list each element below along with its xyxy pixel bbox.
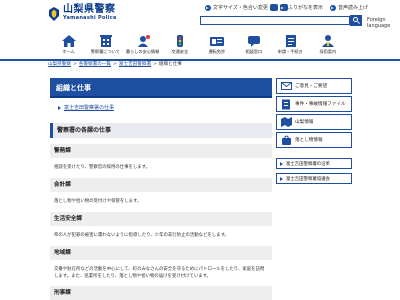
util-label: 文字サイズ・色合い変更 (213, 5, 268, 11)
banner-label: ご意見・ご要望 (295, 84, 328, 89)
nav-label: 交通安全 (171, 50, 188, 55)
breadcrumb: 山梨県警察 > 各警察署の一覧 > 富士吉田警察署 > 組織と仕事 (48, 61, 182, 68)
banner-label: 山梨情報 (295, 120, 314, 125)
nav-label: 採用案内 (319, 50, 336, 55)
nav-about-station[interactable]: 警察署について (87, 31, 124, 59)
breadcrumb-link[interactable]: 富士吉田警察署 (119, 61, 151, 67)
foreign-language-link[interactable]: Foreign language (367, 17, 400, 29)
util-label: ふりがなを表示 (288, 5, 324, 11)
dept-description: 相談を受けたり、警察官の採用の仕事をします。 (54, 165, 150, 170)
home-icon (61, 33, 77, 47)
util-label: 音声読み上げ (338, 5, 369, 11)
dept-heading: 地域課 (50, 246, 272, 260)
sidebar: ご意見・ご要望 事件・事故情報ファイル 山梨情報 落とし物情報 富士吉田警察署の… (276, 78, 352, 188)
incident-file-banner[interactable]: 事件・事故情報ファイル (276, 96, 352, 112)
traffic-icon (172, 33, 188, 47)
breadcrumb-link[interactable]: 山梨県警察 (48, 61, 71, 67)
nav-applications[interactable]: 申請・手続き (272, 31, 309, 59)
file-icon (279, 97, 293, 111)
mail-icon (279, 79, 293, 93)
global-nav: ホーム 警察署について 暮らしの安心情報 交通安全 運転免許 相談窓口 申請・手… (50, 31, 346, 59)
sidebar-link-history[interactable]: 富士吉田警察署の沿革 (276, 158, 352, 169)
license-icon (209, 33, 225, 47)
logo-title: 山梨県警察 (63, 4, 116, 15)
arrow-icon (330, 4, 336, 11)
nav-safety-info[interactable]: 暮らしの安心情報 (124, 31, 161, 59)
search-button[interactable] (350, 15, 362, 26)
nav-consultation[interactable]: 相談窓口 (235, 31, 272, 59)
util-font-size[interactable]: 文字サイズ・色合い変更 (205, 4, 288, 11)
nav-label: 警察署について (90, 50, 121, 55)
page-title: 組織と仕事 (50, 78, 272, 98)
section-heading: 警察署の各課の仕事 (50, 123, 272, 138)
dept-heading: 刑事課 (50, 286, 272, 300)
sidebar-link-label: 富士吉田警察署の沿革 (286, 161, 330, 167)
banner-label: 落とし物情報 (295, 138, 323, 143)
nav-label: 申請・手続き (277, 50, 304, 55)
nav-label: 暮らしの安心情報 (125, 50, 160, 55)
breadcrumb-link[interactable]: 各警察署の一覧 (79, 61, 111, 67)
util-speech[interactable]: 音声読み上げ (330, 4, 368, 11)
info-banner[interactable]: 山梨情報 (276, 114, 352, 130)
dept-description: 県の人が犯罪の被害に遭わないように指導したり、少年の非行防止の活動などをします。 (54, 233, 229, 238)
triangle-icon (58, 105, 61, 110)
main-content: 組織と仕事 富士吉田警察署の仕事 警察署の各課の仕事 警務課 相談を受けたり、警… (50, 78, 272, 300)
triangle-icon (280, 176, 283, 181)
dept-description: 落とし物や拾い物の受付けや保管をします。 (54, 199, 142, 204)
sidebar-link-council[interactable]: 富士吉田警察署協議会 (276, 173, 352, 184)
arrow-icon (280, 4, 286, 11)
triangle-icon (280, 161, 283, 166)
application-icon (283, 33, 299, 47)
nav-label: ホーム (62, 50, 75, 55)
site-header: 山梨県警察 Yamanashi Police 文字サイズ・色合い変更 ふりがなを… (0, 0, 400, 30)
nav-drivers-license[interactable]: 運転免許 (198, 31, 235, 59)
nav-home[interactable]: ホーム (50, 31, 87, 59)
dept-heading: 警務課 (50, 144, 272, 158)
opinion-banner[interactable]: ご意見・ご要望 (276, 78, 352, 94)
breadcrumb-current: 組織と仕事 (158, 62, 182, 67)
sidebar-link-label: 富士吉田警察署協議会 (286, 176, 330, 182)
logo-subtitle: Yamanashi Police (63, 15, 117, 21)
util-furigana[interactable]: ふりがなを表示 (280, 4, 323, 11)
site-logo[interactable]: 山梨県警察 Yamanashi Police (48, 4, 117, 21)
consult-icon (246, 33, 262, 47)
nav-label: 運転免許 (208, 50, 225, 55)
anchor-link-label: 富士吉田警察署の仕事 (64, 105, 115, 111)
search-input[interactable] (200, 16, 350, 25)
dept-heading: 会計課 (50, 178, 272, 192)
bag-icon (279, 133, 293, 147)
lost-item-banner[interactable]: 落とし物情報 (276, 132, 352, 148)
banner-label: 事件・事故情報ファイル (295, 102, 346, 107)
anchor-link[interactable]: 富士吉田警察署の仕事 (58, 104, 272, 111)
dept-description: 交番や駐在所などの活動を中心にして、町のみなさんの安全を守るためにパトロールをし… (54, 267, 265, 279)
nav-recruitment[interactable]: 採用案内 (309, 31, 346, 59)
nav-traffic-safety[interactable]: 交通安全 (161, 31, 198, 59)
dept-heading: 生活安全課 (50, 212, 272, 226)
arrow-icon (205, 4, 211, 11)
map-icon (279, 115, 293, 129)
building-icon (98, 33, 114, 47)
police-emblem-icon (48, 6, 60, 21)
nav-label: 相談窓口 (245, 50, 262, 55)
size-small-button[interactable] (269, 4, 278, 11)
recruit-icon (320, 33, 336, 47)
sidebar-links: 富士吉田警察署の沿革 富士吉田警察署協議会 (276, 158, 352, 184)
safety-icon (135, 33, 151, 47)
